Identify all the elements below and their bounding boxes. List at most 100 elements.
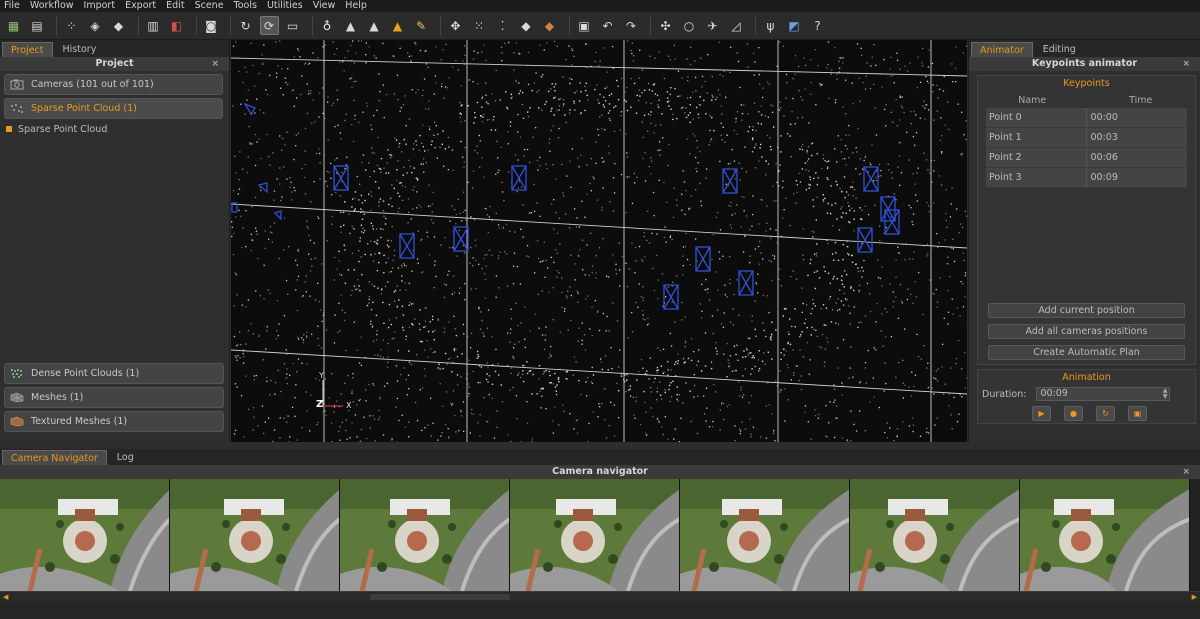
menu-item-import[interactable]: Import [84, 0, 116, 12]
wrench-icon[interactable]: ψ [761, 16, 780, 35]
menu-item-tools[interactable]: Tools [234, 0, 257, 12]
dense-point-clouds-item[interactable]: Dense Point Clouds (1) [4, 363, 224, 384]
camera-frames [231, 102, 900, 310]
sparse-point-cloud-item[interactable]: Sparse Point Cloud (1) [4, 98, 223, 119]
camera-thumbnail[interactable] [1020, 479, 1190, 591]
keypoint-row[interactable]: Point 1 00:03 [986, 128, 1187, 148]
close-icon[interactable]: × [1182, 57, 1190, 71]
sparse-point-cloud-sublabel: Sparse Point Cloud [18, 123, 108, 135]
close-icon[interactable]: × [1182, 465, 1190, 479]
duration-input[interactable]: 00:09 ▲ ▼ [1036, 387, 1171, 401]
cube-blue-icon[interactable]: ◩ [785, 16, 804, 35]
scrollbar-thumb[interactable] [370, 594, 510, 600]
spin-arrows-icon[interactable]: ▲ ▼ [1163, 388, 1168, 400]
project-title-text: Project [95, 58, 134, 69]
tab-history[interactable]: History [55, 42, 105, 57]
keypoints-table-header: Name Time [978, 94, 1195, 108]
transform-icon[interactable]: ✈ [703, 16, 722, 35]
cameras-item[interactable]: Cameras (101 out of 101) [4, 74, 223, 95]
tab-log[interactable]: Log [109, 450, 142, 465]
toolbar-separator [755, 15, 756, 36]
scroll-right-icon[interactable]: ▶ [1192, 593, 1197, 601]
thumbnails-scrollbar[interactable]: ◀ ▶ [0, 591, 1200, 602]
camera-thumbnail[interactable] [340, 479, 510, 591]
camera-thumbnail[interactable] [680, 479, 850, 591]
record-button[interactable]: ● [1064, 406, 1083, 421]
meshes-item[interactable]: Meshes (1) [4, 387, 224, 408]
menu-item-file[interactable]: File [4, 0, 20, 12]
create-automatic-plan-button[interactable]: Create Automatic Plan [988, 345, 1185, 360]
close-icon[interactable]: × [211, 57, 219, 71]
textured-mesh-icon [9, 416, 25, 428]
mesh-icon[interactable]: ◈ [86, 16, 105, 35]
orbit-icon[interactable]: ⟳ [259, 16, 279, 35]
cube-red-icon[interactable]: ◧ [167, 16, 186, 35]
menu-bar: File Workflow Import Export Edit Scene Tools Ut… [0, 0, 1200, 12]
measure-icon[interactable]: ✣ [656, 16, 675, 35]
sparse-point-cloud-subitem[interactable]: Sparse Point Cloud [6, 123, 223, 135]
points-icon[interactable]: ▲ [341, 16, 360, 35]
camera-group-icon[interactable]: ▥ [144, 16, 163, 35]
textured-view-icon[interactable]: ◆ [540, 16, 559, 35]
sparse-cloud-icon[interactable]: ⁚ [493, 16, 512, 35]
toolbar-separator [230, 15, 231, 36]
tab-camera-navigator[interactable]: Camera Navigator [2, 450, 107, 465]
select-icon[interactable]: ✥ [446, 16, 465, 35]
triangles-icon[interactable]: ▲ [365, 16, 384, 35]
menu-item-help[interactable]: Help [345, 0, 367, 12]
mesh-view-icon[interactable]: ◆ [517, 16, 536, 35]
new-project-icon[interactable]: ▦ [4, 16, 23, 35]
home-view-icon[interactable]: ▭ [283, 16, 302, 35]
dense-cloud-icon [9, 368, 25, 380]
menu-item-export[interactable]: Export [125, 0, 156, 12]
tab-animator[interactable]: Animator [971, 42, 1033, 57]
tab-editing[interactable]: Editing [1035, 42, 1084, 57]
snapshot-camera-icon[interactable]: ◙ [202, 16, 221, 35]
menu-item-edit[interactable]: Edit [166, 0, 184, 12]
help-icon[interactable]: ? [808, 16, 827, 35]
rotate-icon[interactable]: ↻ [236, 16, 255, 35]
dense-cloud-icon[interactable]: ⁘ [62, 16, 81, 35]
ruler-icon[interactable]: ◿ [727, 16, 746, 35]
keypoints-animator-title: Keypoints animator [1031, 58, 1138, 69]
brush-icon[interactable]: ✎ [412, 16, 431, 35]
tab-project[interactable]: Project [2, 42, 53, 57]
play-button[interactable]: ▶ [1032, 406, 1051, 421]
viewport-canvas[interactable]: Y Z X [231, 40, 967, 442]
scroll-left-icon[interactable]: ◀ [3, 593, 8, 601]
menu-item-utilities[interactable]: Utilities [267, 0, 303, 12]
add-all-cameras-positions-button[interactable]: Add all cameras positions [988, 324, 1185, 339]
camera-thumbnail[interactable] [510, 479, 680, 591]
crop-icon[interactable]: ▣ [575, 16, 594, 35]
undo-icon[interactable]: ↶ [598, 16, 617, 35]
menu-item-workflow[interactable]: Workflow [30, 0, 74, 12]
main-toolbar: ▦ ▤ ⁘ ◈ ◆ ▥ ◧ ◙ ↻ ⟳ ▭ ♁ ▲ ▲ ▲ ✎ ✥ ⁙ ⁚ ◆ ◆ ▣ ↶ ↷ ✣ ○ ✈ ◿ ψ ◩? [0, 12, 1200, 40]
add-current-position-button[interactable]: Add current position [988, 303, 1185, 318]
triangles-color-icon[interactable]: ▲ [388, 16, 407, 35]
point-cloud-icon[interactable]: ⁙ [470, 16, 489, 35]
textured-mesh-icon[interactable]: ◆ [109, 16, 128, 35]
col-time-header: Time [1129, 95, 1153, 106]
menu-item-view[interactable]: View [313, 0, 336, 12]
keypoint-row[interactable]: Point 2 00:06 [986, 148, 1187, 168]
keypoint-row[interactable]: Point 3 00:09 [986, 168, 1187, 188]
textured-meshes-label: Textured Meshes (1) [31, 416, 128, 427]
mesh-icon [9, 392, 25, 404]
keypoint-row[interactable]: Point 0 00:00 [986, 108, 1187, 128]
rotate-circle-icon[interactable]: ○ [680, 16, 699, 35]
light-bulb-icon[interactable]: ♁ [318, 16, 337, 35]
toolbar-separator [137, 15, 139, 36]
redo-icon[interactable]: ↷ [622, 16, 641, 35]
camera-thumbnail[interactable] [0, 479, 170, 591]
save-icon[interactable]: ▤ [28, 16, 47, 35]
loop-button[interactable]: ↻ [1096, 406, 1115, 421]
project-panel-tabs: Project History [0, 40, 229, 57]
save-animation-button[interactable]: ▣ [1128, 406, 1147, 421]
bottom-tabs: Camera Navigator Log [0, 449, 1200, 465]
camera-thumbnail[interactable] [170, 479, 340, 591]
menu-item-scene[interactable]: Scene [195, 0, 224, 12]
3d-viewport[interactable]: Y Z X [231, 40, 967, 442]
textured-meshes-item[interactable]: Textured Meshes (1) [4, 411, 224, 432]
camera-thumbnail[interactable] [850, 479, 1020, 591]
keypoints-table: Point 0 00:00 Point 1 00:03 Point 2 00:06 Poin… [978, 108, 1195, 188]
